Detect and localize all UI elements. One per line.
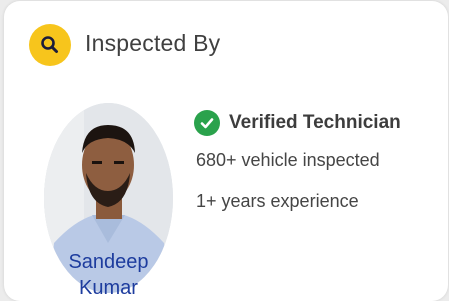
experience-text: 1+ years experience bbox=[196, 191, 359, 211]
verified-badge: Verified Technician bbox=[194, 110, 401, 136]
check-circle-icon bbox=[194, 110, 220, 136]
vehicles-inspected-text: 680+ vehicle inspected bbox=[196, 150, 380, 170]
card-title: Inspected By bbox=[85, 30, 221, 56]
technician-name: Sandeep Kumar bbox=[68, 251, 149, 299]
search-icon bbox=[29, 24, 71, 66]
verified-label: Verified Technician bbox=[229, 112, 401, 133]
